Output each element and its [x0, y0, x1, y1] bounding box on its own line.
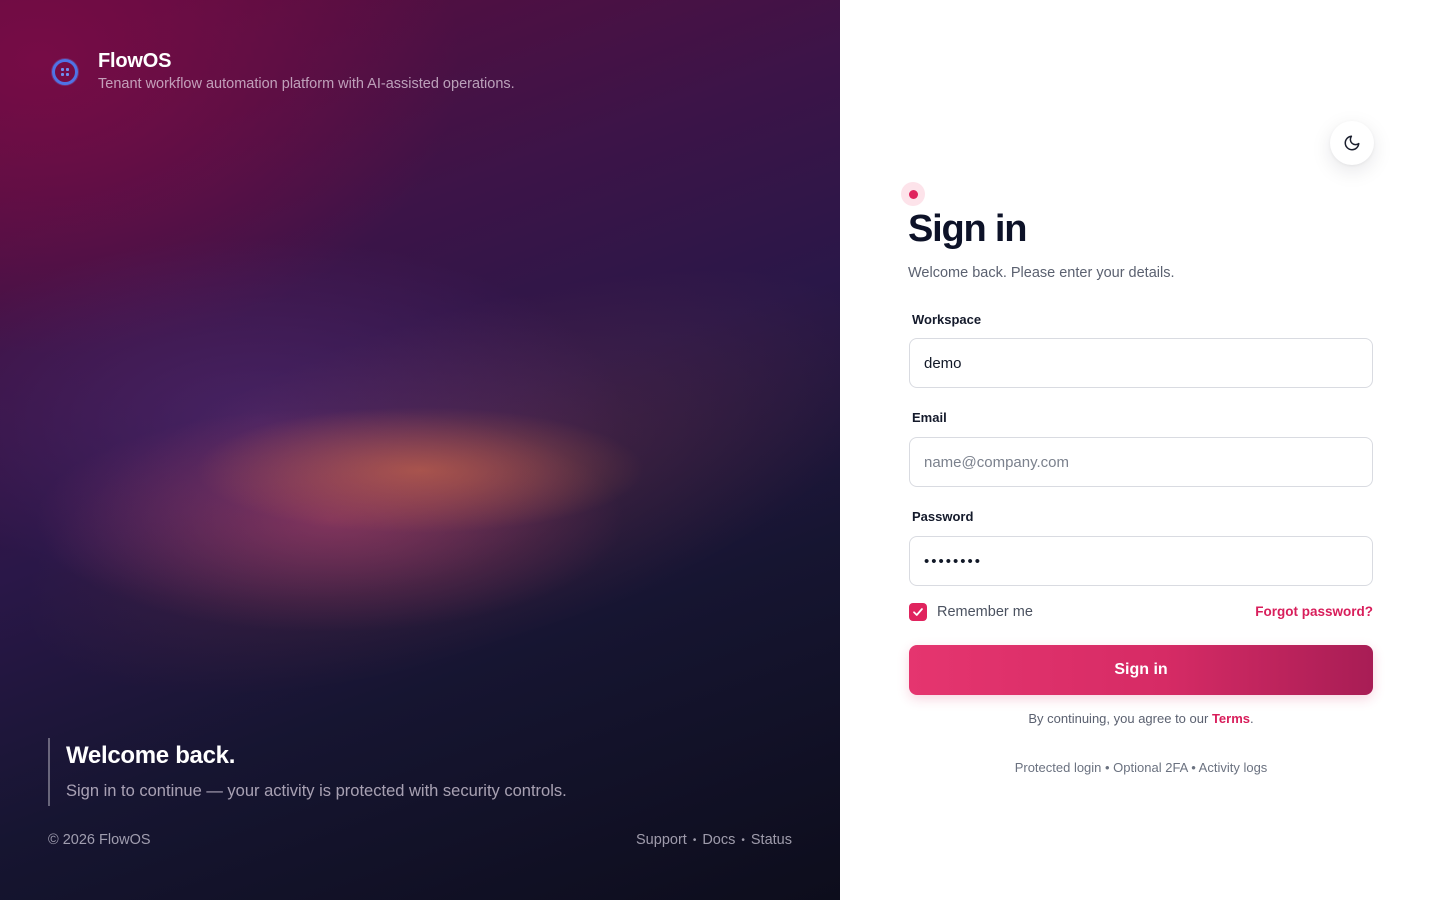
brand-tagline: Tenant workflow automation platform with… [98, 76, 515, 92]
password-input[interactable] [909, 536, 1373, 586]
footer-link-docs[interactable]: Docs [702, 832, 735, 848]
checkbox-checked[interactable] [909, 603, 927, 621]
terms-link[interactable]: Terms [1212, 711, 1250, 726]
terms-prefix: By continuing, you agree to our [1028, 711, 1209, 726]
check-icon [913, 608, 923, 616]
hero-footer: © 2026 FlowOS Support • Docs • Status [48, 832, 792, 848]
footer-links: Support • Docs • Status [636, 832, 792, 848]
brand-header: FlowOS Tenant workflow automation platfo… [52, 48, 515, 92]
terms-notice: By continuing, you agree to our Terms. [909, 711, 1373, 726]
status-dot [908, 189, 918, 199]
workspace-input[interactable] [909, 338, 1373, 388]
hero-welcome-subtitle: Sign in to continue — your activity is p… [66, 782, 567, 800]
email-input[interactable] [909, 437, 1373, 487]
remember-me-checkbox[interactable]: Remember me [909, 603, 1033, 621]
email-label: Email [912, 410, 947, 425]
page-title: Sign in [908, 208, 1027, 250]
security-features: Protected login • Optional 2FA • Activit… [1014, 760, 1268, 775]
hero-welcome: Welcome back. Sign in to continue — your… [48, 738, 567, 806]
copyright: © 2026 FlowOS [48, 832, 151, 848]
theme-toggle-button[interactable] [1330, 121, 1374, 165]
password-label: Password [912, 509, 974, 524]
workspace-label: Workspace [912, 312, 982, 327]
sign-in-button[interactable]: Sign in [909, 645, 1373, 695]
forgot-password-link[interactable]: Forgot password? [1255, 604, 1373, 619]
status-indicator [901, 182, 925, 206]
page-subtitle: Welcome back. Please enter your details. [908, 265, 1175, 281]
hero-background-wave [0, 157, 840, 803]
signin-panel: Sign in Welcome back. Please enter your … [840, 0, 1440, 900]
moon-icon [1344, 135, 1360, 151]
hero-welcome-title: Welcome back. [66, 742, 236, 769]
terms-suffix: . [1250, 711, 1254, 726]
remember-me-label: Remember me [937, 604, 1033, 620]
footer-separator: • [692, 834, 697, 846]
brand-logo-icon [52, 59, 78, 85]
footer-link-status[interactable]: Status [751, 832, 792, 848]
brand-name: FlowOS [98, 50, 172, 72]
footer-separator: • [741, 834, 745, 846]
hero-panel: FlowOS Tenant workflow automation platfo… [0, 0, 840, 900]
footer-link-support[interactable]: Support [636, 832, 687, 848]
